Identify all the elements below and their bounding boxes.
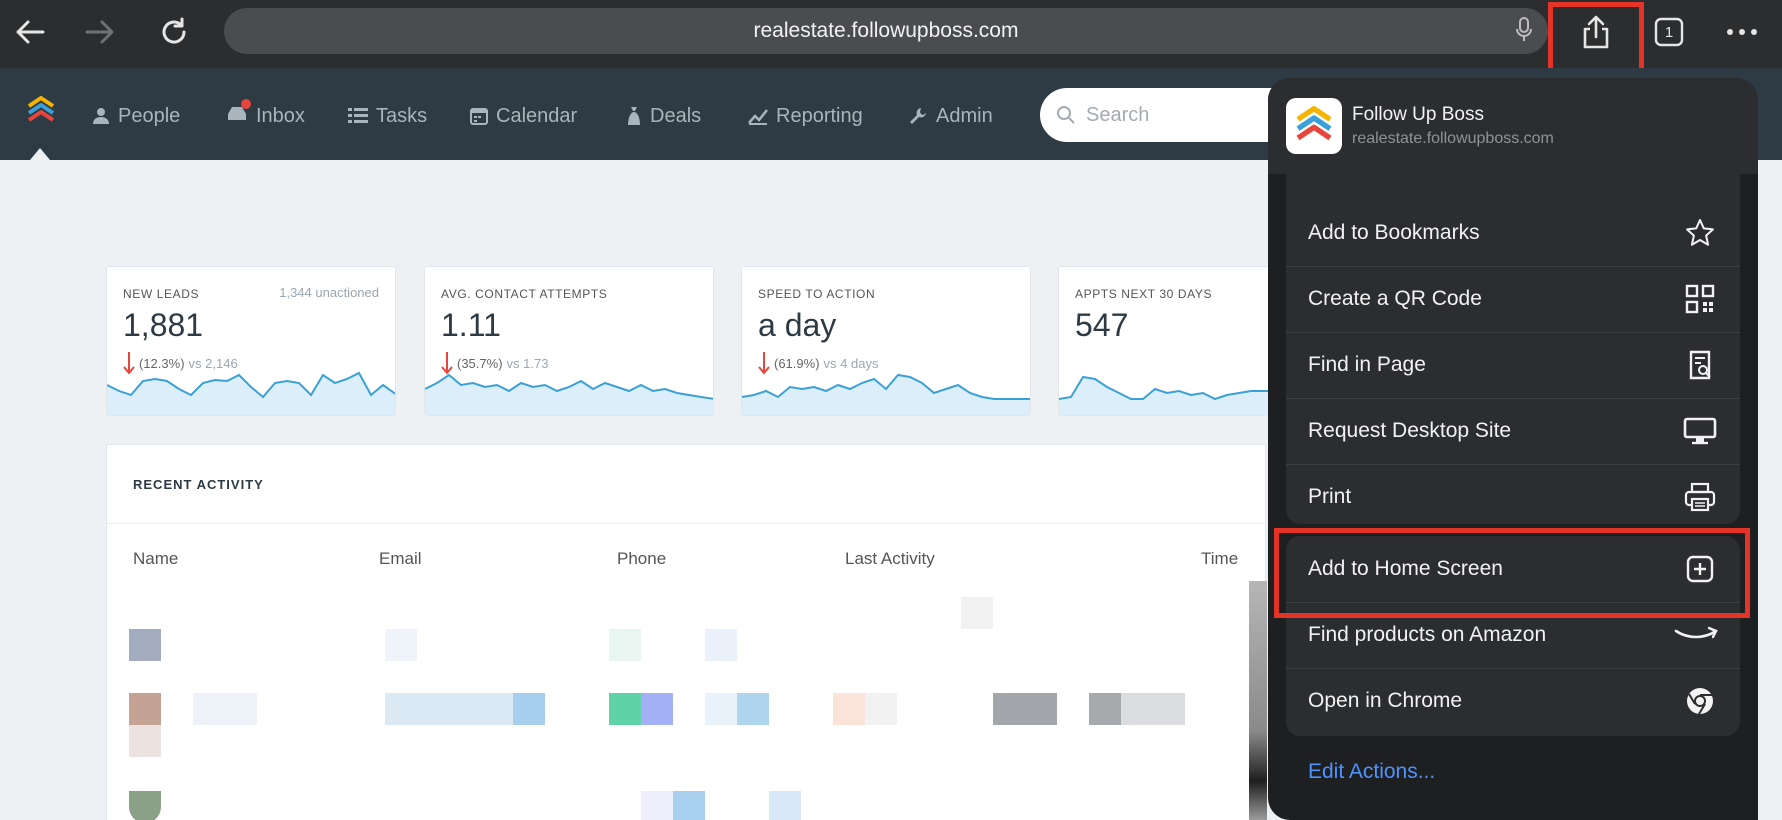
inbox-icon (226, 99, 251, 128)
stat-delta-pct: (61.9%) (774, 355, 820, 371)
stat-card-speed-to-action[interactable]: SPEED TO ACTION a day (61.9%) vs 4 days (741, 266, 1031, 416)
share-sheet-subtitle: realestate.followupboss.com (1352, 130, 1554, 147)
amazon-icon (1674, 617, 1718, 653)
action-create-qr-code[interactable]: Create a QR Code (1286, 266, 1740, 332)
stat-delta-vs: vs 2,146 (188, 355, 238, 371)
share-sheet-title: Follow Up Boss (1352, 104, 1484, 125)
nav-deals-label: Deals (650, 104, 702, 127)
stat-delta-vs: vs 1.73 (506, 355, 549, 371)
stat-extra: 1,344 unactioned (279, 285, 379, 300)
share-sheet: Follow Up Boss realestate.followupboss.c… (1268, 78, 1758, 820)
nav-admin-label: Admin (936, 104, 993, 127)
stat-delta-pct: (35.7%) (457, 355, 503, 371)
url-text: realestate.followupboss.com (753, 19, 1019, 42)
action-label: Find in Page (1308, 353, 1426, 376)
reporting-icon (748, 109, 768, 125)
column-header-name[interactable]: Name (133, 549, 178, 569)
star-icon (1682, 215, 1718, 251)
action-label: Request Desktop Site (1308, 419, 1512, 442)
nav-reporting-label: Reporting (776, 104, 863, 127)
action-label: Add to Bookmarks (1308, 221, 1480, 244)
search-input[interactable] (1086, 103, 1266, 127)
qr-code-icon (1682, 281, 1718, 317)
stat-value: a day (758, 307, 837, 343)
stat-card-avg-contact-attempts[interactable]: AVG. CONTACT ATTEMPTS 1.11 (35.7%) vs 1.… (424, 266, 714, 416)
tasks-icon (348, 108, 368, 123)
stat-value: 547 (1075, 307, 1129, 343)
sparkline (742, 373, 1030, 415)
nav-people[interactable]: People (92, 102, 180, 130)
column-header-last-activity[interactable]: Last Activity (845, 549, 935, 569)
address-bar[interactable]: realestate.followupboss.com (224, 8, 1548, 54)
action-label: Find products on Amazon (1308, 623, 1547, 646)
tab-count: 1 (1664, 23, 1674, 41)
stat-delta-pct: (12.3%) (139, 355, 185, 371)
nav-tasks-label: Tasks (376, 104, 428, 127)
desktop-icon (1682, 413, 1718, 449)
forward-arrow-icon[interactable] (78, 10, 122, 54)
tabs-icon[interactable]: 1 (1647, 10, 1691, 54)
stat-card-appts-next-30-days[interactable]: APPTS NEXT 30 DAYS 547 (1058, 266, 1268, 416)
nav-reporting[interactable]: Reporting (748, 102, 863, 130)
more-icon[interactable] (1720, 10, 1764, 54)
stat-label: AVG. CONTACT ATTEMPTS (441, 287, 608, 301)
stat-label: SPEED TO ACTION (758, 287, 876, 301)
stat-label: NEW LEADS (123, 287, 200, 301)
recent-activity-panel: RECENT ACTIVITY Name Email Phone Last Ac… (106, 444, 1267, 820)
share-button-highlight (1548, 2, 1644, 78)
nav-calendar[interactable]: Calendar (470, 102, 577, 130)
chrome-icon (1682, 683, 1718, 719)
divider (107, 523, 1265, 524)
browser-toolbar: realestate.followupboss.com 1 (0, 0, 1782, 68)
sparkline (107, 371, 395, 415)
find-in-page-icon (1682, 347, 1718, 383)
app-icon (1286, 98, 1342, 154)
column-header-phone[interactable]: Phone (617, 549, 666, 569)
action-add-to-bookmarks[interactable]: Add to Bookmarks (1286, 200, 1740, 266)
stat-value: 1,881 (123, 307, 204, 343)
wrench-icon (910, 108, 926, 124)
add-to-home-screen-highlight (1274, 528, 1750, 618)
column-header-time[interactable]: Time (1201, 549, 1238, 569)
column-header-email[interactable]: Email (379, 549, 422, 569)
edit-actions-link[interactable]: Edit Actions... (1308, 760, 1435, 784)
action-request-desktop-site[interactable]: Request Desktop Site (1286, 398, 1740, 464)
stat-delta-vs: vs 4 days (823, 355, 879, 371)
action-label: Open in Chrome (1308, 689, 1463, 712)
action-label: Create a QR Code (1308, 287, 1482, 310)
sparkline (1059, 375, 1268, 415)
nav-people-label: People (118, 104, 181, 127)
recent-activity-title: RECENT ACTIVITY (133, 477, 264, 492)
action-open-in-chrome[interactable]: Open in Chrome (1286, 668, 1740, 734)
nav-tasks[interactable]: Tasks (348, 102, 427, 130)
action-print[interactable]: Print (1286, 464, 1740, 524)
share-sheet-header: Follow Up Boss realestate.followupboss.c… (1268, 78, 1758, 174)
search-box[interactable] (1040, 88, 1300, 142)
nav-inbox[interactable]: Inbox (226, 99, 305, 130)
action-find-in-page[interactable]: Find in Page (1286, 332, 1740, 398)
action-label: Print (1308, 485, 1352, 508)
reload-icon[interactable] (152, 10, 196, 54)
nav-deals[interactable]: Deals (626, 102, 701, 130)
active-caret (30, 148, 50, 160)
follow-up-boss-logo[interactable] (26, 96, 56, 131)
sparkline (425, 373, 713, 415)
nav-inbox-label: Inbox (256, 104, 305, 127)
actions-group-1: Add to Bookmarks Create a QR Code Find i… (1286, 174, 1740, 524)
printer-icon (1682, 479, 1718, 515)
person-icon (93, 108, 109, 124)
stat-label: APPTS NEXT 30 DAYS (1075, 287, 1213, 301)
stat-value: 1.11 (441, 307, 501, 343)
stat-card-new-leads[interactable]: NEW LEADS 1,344 unactioned 1,881 (12.3%)… (106, 266, 396, 416)
nav-calendar-label: Calendar (496, 104, 578, 127)
search-icon (1057, 106, 1075, 124)
microphone-icon[interactable] (1514, 16, 1534, 49)
deals-icon (628, 107, 640, 125)
nav-admin[interactable]: Admin (908, 102, 993, 130)
back-arrow-icon[interactable] (8, 10, 52, 54)
calendar-icon (470, 108, 488, 125)
